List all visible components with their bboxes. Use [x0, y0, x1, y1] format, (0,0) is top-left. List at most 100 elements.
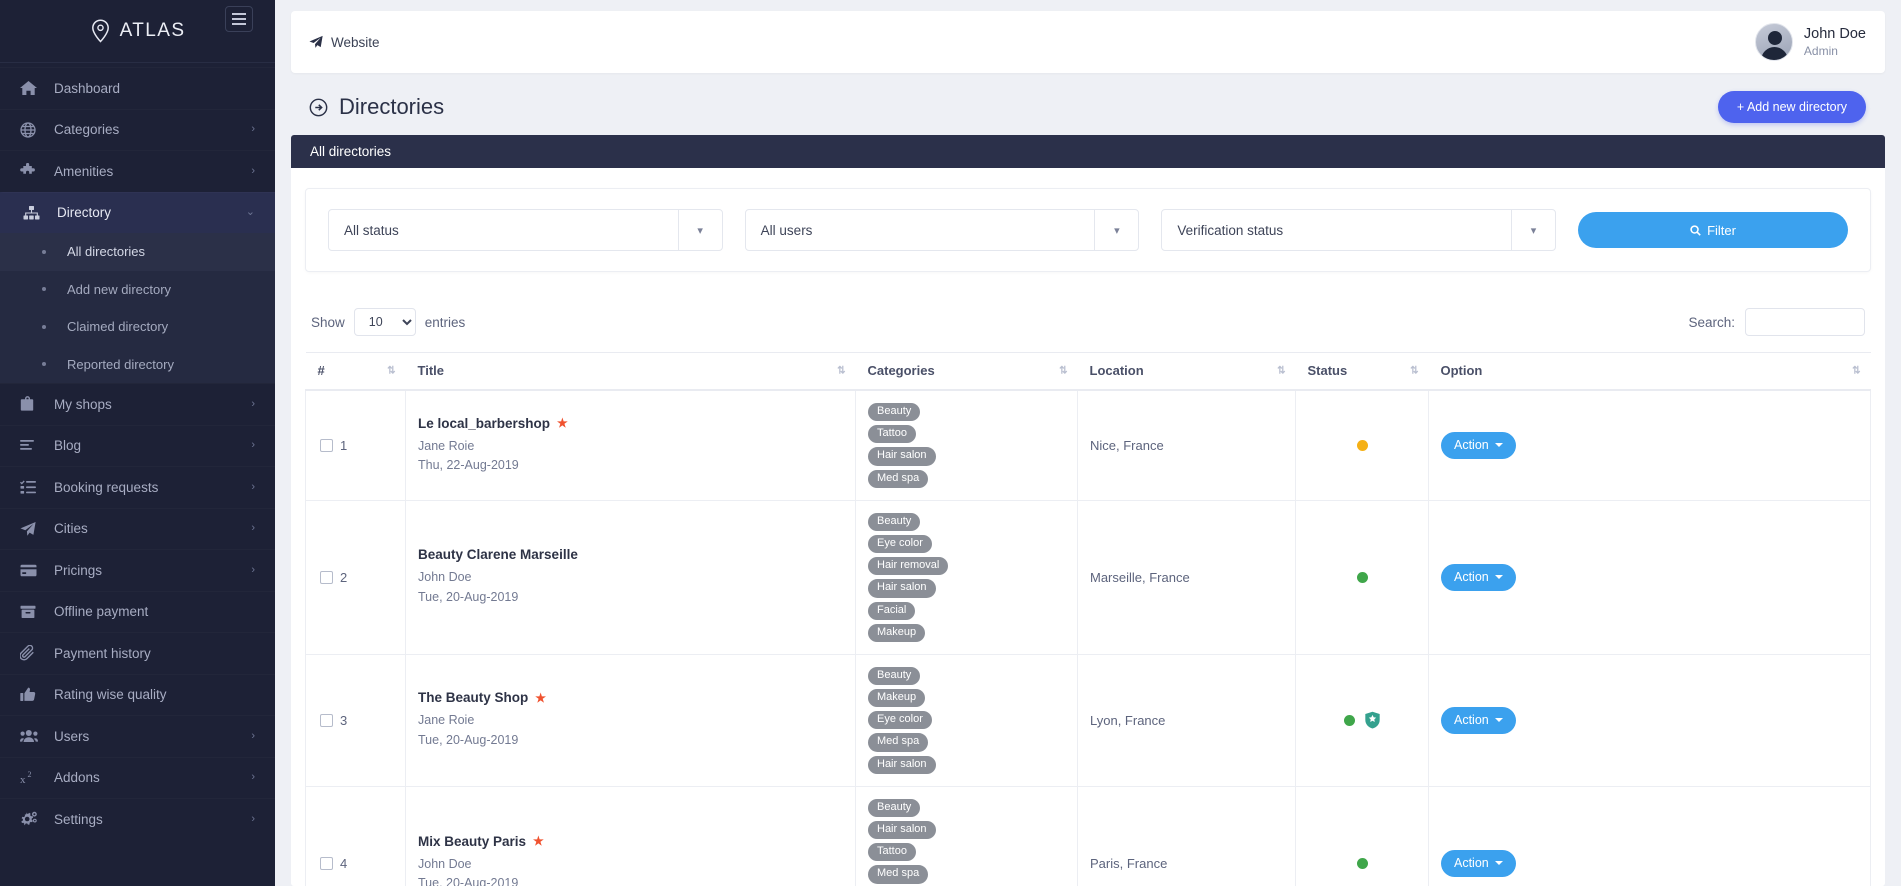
sidebar-item-booking-requests[interactable]: Booking requests › [0, 466, 275, 508]
show-label: Show [311, 314, 345, 330]
users-filter-value: All users [760, 222, 813, 238]
status-filter-select[interactable]: All status ▾ [328, 209, 723, 251]
sidebar-item-my-shops[interactable]: My shops › [0, 383, 275, 425]
verified-shield-icon [1364, 712, 1380, 729]
sidebar-item-offline-payment[interactable]: Offline payment [0, 591, 275, 633]
sidebar-item-addons[interactable]: x2 Addons › [0, 757, 275, 799]
cell-categories: Beauty Makeup Eye color Med spa Hair salon [855, 653, 1078, 787]
caret-down-icon [1494, 443, 1503, 448]
sidebar-item-all-directories[interactable]: All directories [0, 233, 275, 271]
directory-title[interactable]: Mix Beauty Paris ★ [418, 834, 843, 849]
category-tag: Hair salon [868, 579, 936, 598]
superscript-icon: x2 [20, 770, 54, 785]
user-role: Admin [1803, 43, 1838, 58]
chevron-down-icon: ⌄ [245, 206, 255, 219]
card-title: All directories [310, 144, 392, 159]
thumbs-up-icon [20, 687, 54, 702]
cell-status [1295, 785, 1429, 886]
cell-option: Action [1428, 499, 1871, 655]
caret-down-icon [1494, 718, 1503, 723]
brand-logo[interactable]: ATLAS [90, 19, 186, 43]
add-new-directory-button[interactable]: + Add new directory [1717, 91, 1866, 123]
sidebar-item-amenities[interactable]: Amenities › [0, 150, 275, 192]
category-tag: Hair salon [868, 755, 936, 774]
row-checkbox[interactable] [320, 713, 333, 727]
chevron-right-icon: › [251, 729, 255, 742]
directory-title[interactable]: The Beauty Shop ★ [418, 690, 843, 705]
page-title: Directories [309, 94, 444, 120]
sidebar-item-categories[interactable]: Categories › [0, 109, 275, 151]
table-tools: Show 10 25 50 100 entries Search: [305, 308, 1871, 352]
search-input[interactable] [1745, 308, 1865, 336]
row-checkbox[interactable] [320, 856, 333, 870]
action-dropdown-button[interactable]: Action [1441, 706, 1516, 734]
cell-number: 1 [305, 389, 406, 501]
chevron-right-icon: › [251, 480, 255, 493]
cell-option: Action [1428, 653, 1871, 787]
verification-filter-select[interactable]: Verification status ▾ [1161, 209, 1557, 251]
user-menu[interactable]: John Doe Admin [1754, 23, 1866, 61]
column-label: Location [1089, 363, 1144, 378]
sidebar-item-cities[interactable]: Cities › [0, 508, 275, 550]
action-dropdown-button[interactable]: Action [1441, 563, 1516, 591]
cell-categories: Beauty Eye color Hair removal Hair salon Fac… [855, 499, 1078, 655]
category-tag: Makeup [868, 623, 926, 642]
entries-per-page-select[interactable]: 10 25 50 100 [353, 308, 416, 336]
sidebar-item-reported-directory[interactable]: Reported directory [0, 346, 275, 384]
cell-number: 2 [305, 499, 406, 655]
column-header-location[interactable]: Location ⇅ [1077, 352, 1296, 391]
column-header-title[interactable]: Title ⇅ [405, 352, 856, 391]
action-dropdown-button[interactable]: Action [1441, 849, 1516, 877]
directory-title[interactable]: Le local_barbershop ★ [418, 416, 843, 431]
status-dot [1356, 439, 1368, 451]
category-tag: Hair removal [868, 557, 949, 576]
column-header-categories[interactable]: Categories ⇅ [855, 352, 1078, 391]
sidebar-item-rating-wise-quality[interactable]: Rating wise quality [0, 674, 275, 716]
sidebar-item-label: Addons [54, 770, 100, 786]
sidebar-header: ATLAS [0, 0, 275, 63]
avatar-body [1761, 47, 1789, 60]
column-header-status[interactable]: Status ⇅ [1295, 352, 1429, 391]
sidebar-item-pricings[interactable]: Pricings › [0, 549, 275, 591]
sidebar-item-claimed-directory[interactable]: Claimed directory [0, 308, 275, 346]
menu-toggle-button[interactable] [225, 6, 253, 32]
sidebar-item-label: Cities [54, 521, 88, 537]
sidebar-item-label: Dashboard [54, 80, 121, 96]
sidebar-item-dashboard[interactable]: Dashboard [0, 67, 275, 109]
category-tag: Makeup [868, 689, 926, 708]
row-checkbox[interactable] [320, 570, 333, 584]
svg-text:2: 2 [28, 770, 32, 779]
sidebar-item-label: Offline payment [54, 604, 149, 620]
top-bar: Website John Doe Admin [291, 11, 1885, 73]
paper-plane-icon [309, 35, 323, 48]
sidebar-item-add-new-directory[interactable]: Add new directory [0, 271, 275, 309]
directory-author: Jane Roie [418, 713, 475, 728]
main-content: Website John Doe Admin Directories + Add… [275, 0, 1901, 886]
column-header-number[interactable]: # ⇅ [305, 352, 406, 391]
sidebar: ATLAS Dashboard Categories › Amenities › [0, 0, 275, 886]
column-header-option[interactable]: Option ⇅ [1428, 352, 1871, 391]
filter-button[interactable]: Filter [1578, 212, 1849, 248]
directory-title[interactable]: Beauty Clarene Marseille [418, 547, 843, 562]
all-directories-card: All directories All status ▾ All users ▾… [291, 135, 1885, 886]
users-filter-select[interactable]: All users ▾ [744, 209, 1140, 251]
action-dropdown-button[interactable]: Action [1441, 431, 1516, 459]
cell-categories: BeautyHair salonTattooMed spaNail careFa… [855, 785, 1078, 886]
table-row: 4 Mix Beauty Paris ★ John Doe Tue, 20-Aug-20… [305, 785, 1871, 886]
chevron-down-icon: ▾ [1094, 210, 1138, 250]
sidebar-item-users[interactable]: Users › [0, 715, 275, 757]
cell-title: Mix Beauty Paris ★ John Doe Tue, 20-Aug-201… [405, 785, 856, 886]
column-label: Status [1307, 363, 1348, 378]
website-link[interactable]: Website [309, 35, 380, 50]
sidebar-item-payment-history[interactable]: Payment history [0, 632, 275, 674]
chevron-right-icon: › [251, 812, 255, 825]
category-tag: Eye color [868, 534, 932, 554]
row-checkbox[interactable] [320, 438, 333, 452]
sidebar-item-settings[interactable]: Settings › [0, 798, 275, 840]
sidebar-item-label: Payment history [54, 645, 151, 661]
sidebar-item-label: Pricings [54, 562, 103, 578]
sidebar-item-blog[interactable]: Blog › [0, 425, 275, 467]
sidebar-item-directory[interactable]: Directory ⌄ [0, 191, 275, 233]
bullet-icon [42, 249, 46, 254]
category-tag: Beauty [868, 403, 921, 422]
